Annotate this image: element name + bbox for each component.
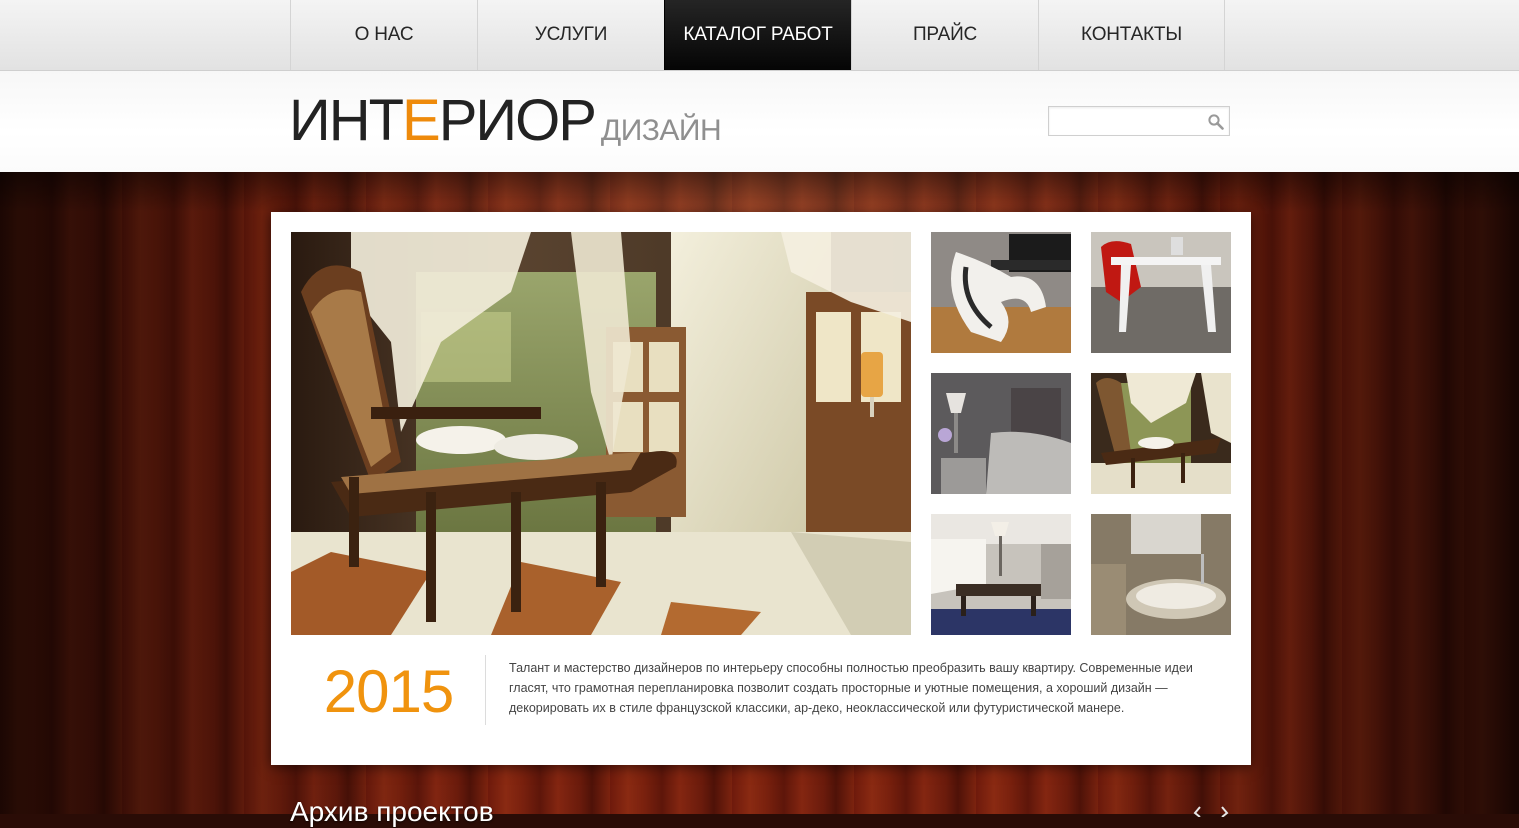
hero-image[interactable]: [291, 232, 911, 635]
logo-title-accent: Е: [402, 88, 441, 153]
divider: [485, 655, 486, 725]
thumbnail-2[interactable]: [1091, 232, 1231, 353]
nav-item-contacts[interactable]: КОНТАКТЫ: [1038, 0, 1225, 70]
search-input[interactable]: [1053, 111, 1205, 133]
intro-text: Талант и мастерство дизайнеров по интерь…: [509, 661, 1193, 715]
nav-item-catalog[interactable]: КАТАЛОГ РАБОТ: [664, 0, 851, 70]
archive-title: Архив проектов: [290, 796, 494, 827]
logo-title: ИНТЕРИОР: [289, 88, 597, 153]
thumbnail-6[interactable]: [1091, 514, 1231, 635]
site-logo[interactable]: ИНТЕРИОР ДИЗАЙН: [289, 88, 722, 153]
nav-menu: О НАС УСЛУГИ КАТАЛОГ РАБОТ ПРАЙС КОНТАКТ…: [290, 0, 1225, 70]
thumbnail-1[interactable]: [931, 232, 1071, 353]
thumbnail-4[interactable]: [1091, 373, 1231, 494]
site-header: ИНТЕРИОР ДИЗАЙН: [0, 71, 1519, 172]
carousel-arrows-icon[interactable]: [1192, 805, 1232, 817]
nav-item-about[interactable]: О НАС: [290, 0, 477, 70]
search-icon[interactable]: [1207, 113, 1225, 131]
featured-panel: 2015 Талант и мастерство дизайнеров по и…: [271, 212, 1251, 765]
year-label: 2015: [323, 658, 454, 725]
thumbnail-5[interactable]: [931, 514, 1071, 635]
logo-subtitle: ДИЗАЙН: [600, 114, 722, 147]
nav-item-services[interactable]: УСЛУГИ: [477, 0, 664, 70]
nav-item-prices[interactable]: ПРАЙС: [851, 0, 1038, 70]
thumbnail-3-illustration: [931, 373, 1071, 494]
thumbnail-6-illustration: [1091, 514, 1231, 635]
thumbnail-2-illustration: [1091, 232, 1231, 353]
thumbnail-3[interactable]: [931, 373, 1071, 494]
thumbnail-5-illustration: [931, 514, 1071, 635]
logo-title-part1: ИНТ: [289, 88, 404, 153]
search-box: [1048, 106, 1230, 136]
top-navigation: О НАС УСЛУГИ КАТАЛОГ РАБОТ ПРАЙС КОНТАКТ…: [0, 0, 1519, 71]
hero-illustration: [291, 232, 911, 635]
thumbnail-1-illustration: [931, 232, 1071, 353]
logo-title-part2: РИОР: [438, 88, 597, 153]
thumbnail-4-illustration: [1091, 373, 1231, 494]
